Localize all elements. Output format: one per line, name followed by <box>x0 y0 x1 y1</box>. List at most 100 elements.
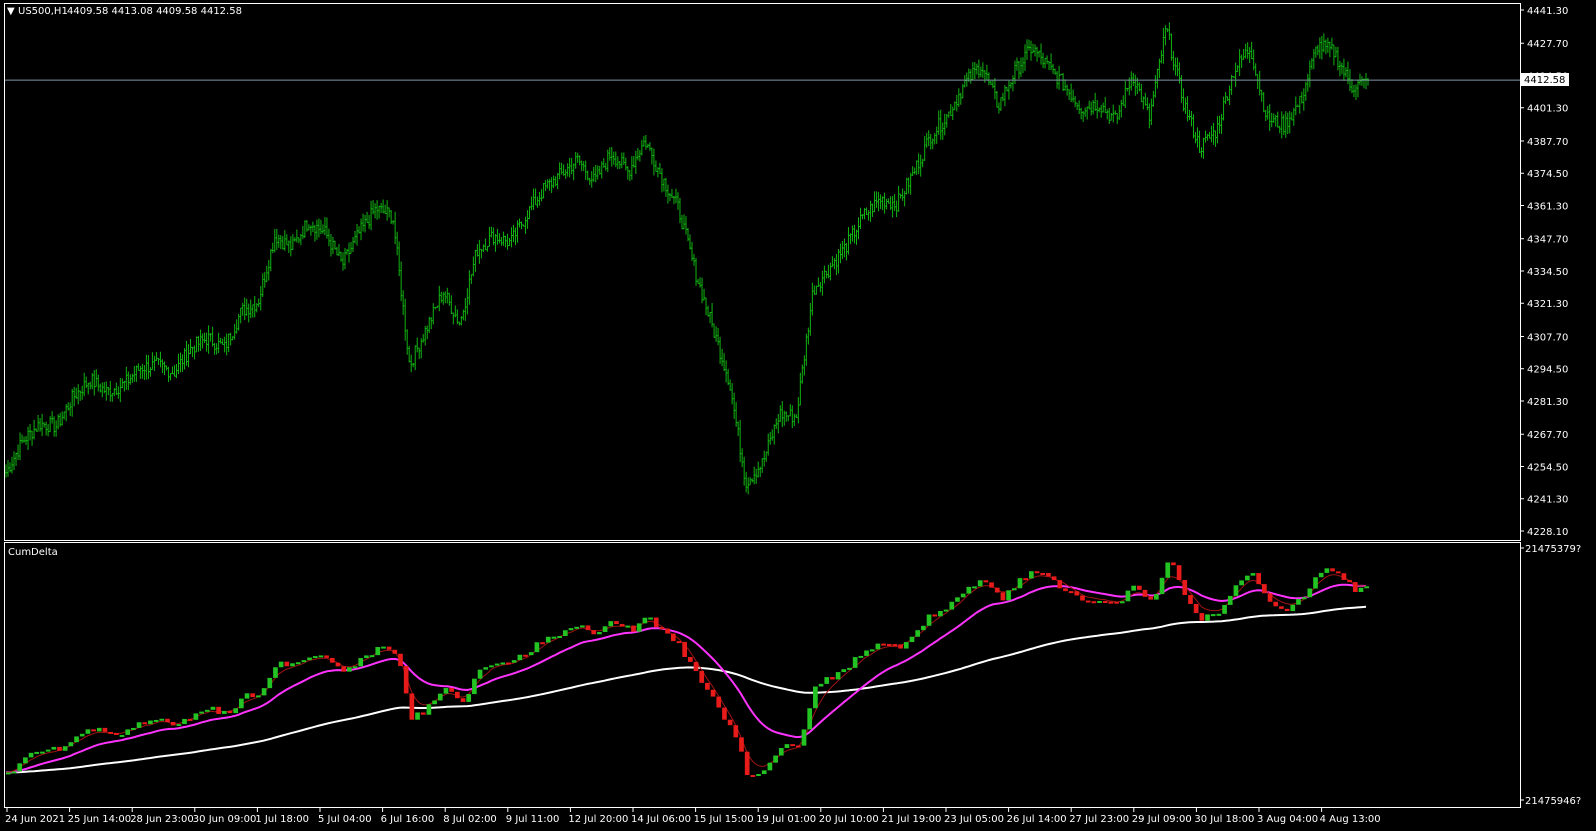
delta-bar <box>477 669 483 679</box>
delta-bar <box>142 722 148 725</box>
price-bar <box>101 382 104 398</box>
delta-bar <box>1352 582 1358 592</box>
delta-bar <box>1171 562 1176 566</box>
price-bar <box>205 332 208 352</box>
price-bar <box>640 139 643 156</box>
delta-ma-mid <box>5 583 1367 774</box>
price-bar <box>684 216 687 235</box>
price-bar <box>899 193 902 199</box>
price-bar <box>795 414 798 419</box>
price-bar <box>630 156 633 180</box>
price-bar <box>927 130 930 146</box>
delta-bar <box>267 677 273 689</box>
price-bar <box>556 173 559 190</box>
delta-bar <box>1250 573 1256 576</box>
price-bar <box>440 291 443 303</box>
price-bar <box>1290 112 1293 121</box>
price-bar <box>490 226 493 238</box>
price-bar <box>412 363 415 368</box>
delta-bar <box>1017 578 1023 589</box>
delta-bar <box>688 657 693 662</box>
price-bar <box>1017 60 1020 80</box>
symbol-menu-icon[interactable]: ▼ <box>7 6 15 17</box>
price-bar <box>1172 50 1175 71</box>
price-bar <box>277 234 280 248</box>
delta-bar <box>40 751 45 754</box>
price-bar <box>1336 46 1339 71</box>
price-bar <box>117 386 120 399</box>
price-bar <box>987 72 990 86</box>
time-tick-label: 6 Jul 16:00 <box>381 814 435 825</box>
price-bar <box>590 171 593 188</box>
price-bar <box>452 312 455 325</box>
price-bar <box>723 353 726 372</box>
delta-bar <box>722 707 727 720</box>
price-bar <box>1230 74 1233 95</box>
price-bar <box>1015 57 1018 71</box>
delta-bar <box>113 732 119 735</box>
price-bar <box>731 383 734 405</box>
price-bar <box>1232 76 1235 78</box>
delta-bar <box>1131 585 1136 591</box>
price-bar <box>695 257 698 286</box>
delta-bar <box>523 654 528 657</box>
price-bar <box>933 133 936 145</box>
delta-bar <box>892 644 898 647</box>
price-bar <box>337 244 340 257</box>
price-bar <box>1102 102 1105 113</box>
time-axis[interactable]: 24 Jun 2021 25 Jun 14:00 28 Jun 23:00 30 Ju… <box>5 808 1381 825</box>
price-bar <box>193 345 196 360</box>
price-bar <box>873 191 876 213</box>
delta-bar <box>1108 601 1114 604</box>
price-bar <box>1142 96 1145 110</box>
delta-bar <box>466 694 472 702</box>
delta-bar <box>824 677 830 684</box>
price-tick-label: 4361.30 <box>1527 201 1568 212</box>
delta-bar <box>335 662 341 667</box>
price-bar <box>1003 85 1006 107</box>
price-bar <box>350 241 353 254</box>
price-bar <box>548 178 551 191</box>
price-bar <box>1356 79 1359 98</box>
price-bar <box>221 338 224 345</box>
price-bar <box>458 321 461 326</box>
delta-bar <box>1313 577 1318 589</box>
price-tick-label: 4427.70 <box>1527 39 1568 50</box>
price-bar <box>1326 37 1329 53</box>
price-bar <box>592 166 595 182</box>
delta-bar <box>597 632 602 635</box>
price-bar <box>1300 91 1303 104</box>
price-bar <box>997 102 1000 114</box>
delta-bar <box>96 727 102 732</box>
price-bar <box>1098 107 1101 113</box>
price-bar <box>1114 110 1117 115</box>
indicator-axis[interactable]: 21475379? 21475946? <box>1520 544 1581 807</box>
price-bar <box>195 336 198 353</box>
price-bar <box>1130 71 1133 91</box>
delta-bar <box>125 729 131 735</box>
price-bar <box>199 329 202 351</box>
price-bar <box>335 246 338 256</box>
price-bar <box>5 464 7 478</box>
price-bar <box>1074 96 1077 108</box>
price-bar <box>680 215 683 230</box>
price-bar <box>1188 109 1191 121</box>
price-bar <box>386 200 389 221</box>
price-chart[interactable]: ▼ US500,H1 4409.58 4413.08 4409.58 4412.… <box>0 0 1596 831</box>
delta-bar <box>869 649 875 652</box>
delta-bar <box>34 751 40 754</box>
price-bar <box>1120 99 1123 118</box>
delta-bar <box>318 655 324 658</box>
price-bar <box>596 165 599 180</box>
price-bar <box>911 166 914 176</box>
price-bar <box>979 66 982 78</box>
price-bar <box>183 348 186 370</box>
price-bar <box>538 191 541 206</box>
price-bar <box>1088 100 1091 110</box>
delta-bar <box>403 666 409 694</box>
delta-bar <box>352 666 358 669</box>
price-bar <box>474 249 477 272</box>
delta-bar <box>784 744 790 748</box>
delta-bar <box>409 693 415 720</box>
price-tick-label: 4441.30 <box>1527 6 1568 17</box>
